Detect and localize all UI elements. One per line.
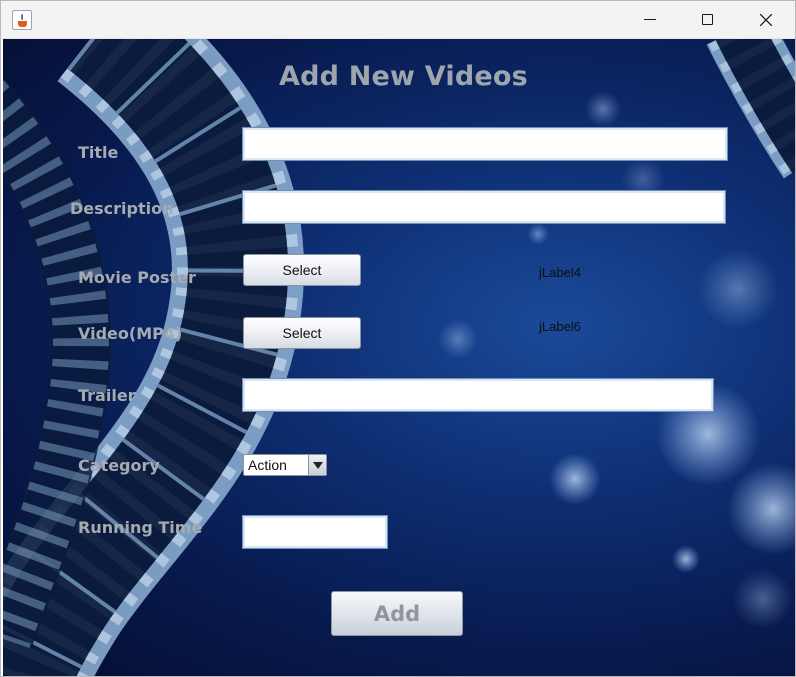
category-selected-value: Action <box>248 457 287 473</box>
category-dropdown[interactable]: Action <box>243 454 327 476</box>
running-time-input[interactable] <box>243 516 387 548</box>
description-input[interactable] <box>243 191 725 223</box>
title-label: Title <box>78 143 119 162</box>
running-time-field[interactable] <box>242 515 388 549</box>
close-button[interactable] <box>737 1 795 39</box>
description-field[interactable] <box>242 190 726 224</box>
video-select-button[interactable]: Select <box>243 317 361 349</box>
trailer-label: Trailer <box>78 386 136 405</box>
minimize-button[interactable] <box>621 1 679 39</box>
title-field[interactable] <box>242 127 728 161</box>
maximize-icon <box>702 14 713 25</box>
minimize-icon <box>644 19 656 20</box>
running-time-label: Running Time <box>78 518 203 537</box>
trailer-input[interactable] <box>243 379 713 411</box>
poster-select-button[interactable]: Select <box>243 254 361 286</box>
java-cup-icon <box>12 10 32 30</box>
description-label: Description <box>70 199 174 218</box>
trailer-field[interactable] <box>242 378 714 412</box>
title-bar[interactable] <box>1 1 795 39</box>
category-label: Category <box>78 456 160 475</box>
close-icon <box>760 14 772 26</box>
maximize-button[interactable] <box>679 1 737 39</box>
app-window: Add New Videos Title Description Movie P… <box>0 0 796 677</box>
poster-status-label: jLabel4 <box>539 265 581 280</box>
form-panel: Add New Videos Title Description Movie P… <box>3 39 795 676</box>
video-status-label: jLabel6 <box>539 319 581 334</box>
dropdown-arrow-button[interactable] <box>308 455 326 475</box>
add-button[interactable]: Add <box>331 591 463 636</box>
movie-poster-label: Movie Poster <box>78 268 196 287</box>
chevron-down-icon <box>313 462 323 469</box>
title-input[interactable] <box>243 128 727 160</box>
video-label: Video(MP4) <box>78 324 183 343</box>
page-title: Add New Videos <box>279 61 528 92</box>
